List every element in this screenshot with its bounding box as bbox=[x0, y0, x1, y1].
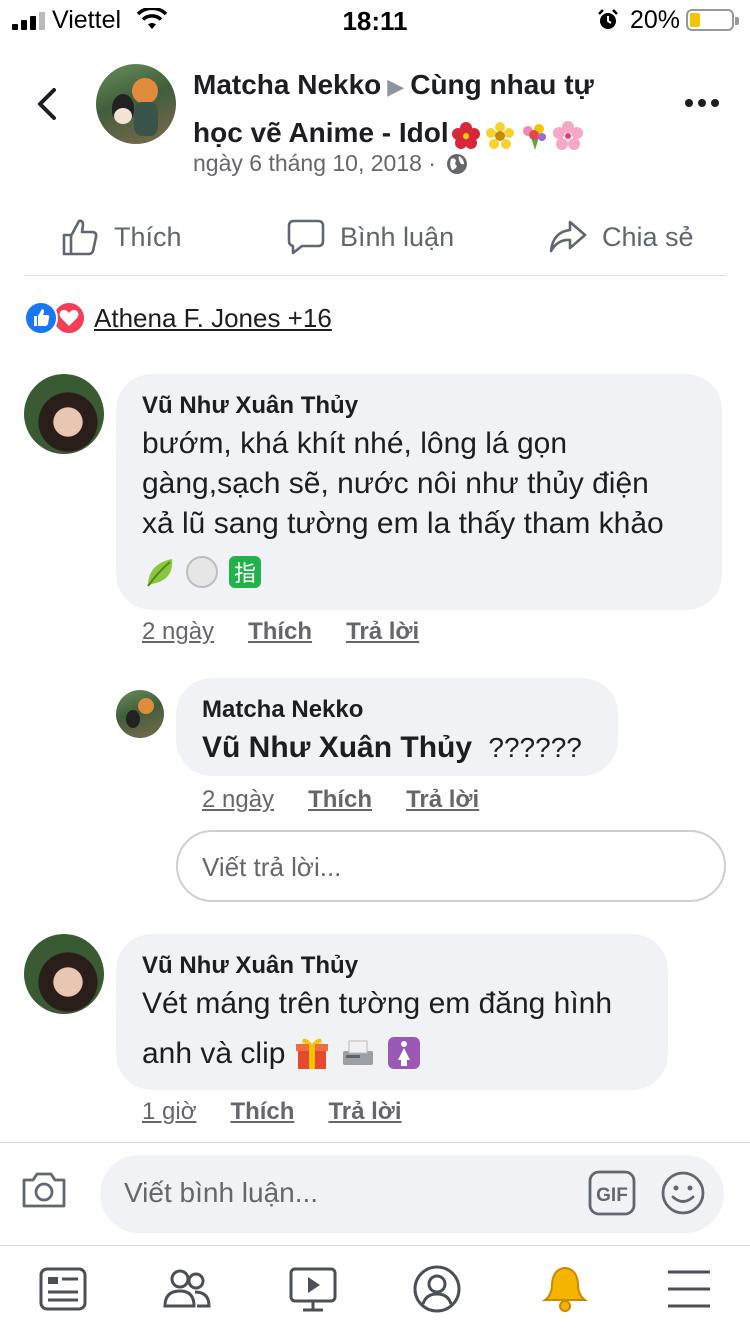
comment-meta: 2 ngày Thích Trả lời bbox=[142, 618, 453, 646]
reactions-summary[interactable]: Athena F. Jones +16 bbox=[24, 300, 332, 336]
post-date: ngày 6 tháng 10, 2018 · bbox=[193, 150, 436, 176]
white-circle-emoji-icon bbox=[186, 556, 219, 588]
comment-timestamp[interactable]: 2 ngày bbox=[142, 618, 214, 646]
commenter-name[interactable]: Vũ Như Xuân Thủy bbox=[142, 952, 358, 980]
comment-text-line: xả lũ sang tường em la thấy tham khảo bbox=[142, 507, 664, 540]
comment-text-line-2: anh và clip bbox=[142, 1034, 424, 1074]
gif-icon[interactable]: GIF bbox=[588, 1170, 636, 1216]
arrow-right-icon: ▶ bbox=[387, 74, 405, 99]
reply-author-name[interactable]: Matcha Nekko bbox=[202, 696, 363, 724]
camera-icon[interactable] bbox=[20, 1170, 68, 1210]
more-options-icon[interactable] bbox=[684, 98, 720, 108]
svg-text:GIF: GIF bbox=[596, 1185, 628, 1206]
fax-machine-emoji-icon bbox=[343, 1040, 374, 1065]
reply-text: Vũ Như Xuân Thủy ?????? bbox=[202, 728, 582, 768]
status-bar: Viettel 18:11 20% bbox=[0, 0, 750, 40]
comment-like-button[interactable]: Thích bbox=[230, 1098, 294, 1126]
svg-text:指: 指 bbox=[234, 562, 256, 587]
author-avatar[interactable] bbox=[96, 64, 176, 144]
commenter-name[interactable]: Vũ Như Xuân Thủy bbox=[142, 392, 358, 420]
like-button[interactable]: Thích bbox=[60, 214, 182, 260]
share-button-label: Chia sẻ bbox=[602, 221, 694, 252]
share-arrow-icon bbox=[549, 220, 587, 253]
comment-emojis: 指 bbox=[142, 554, 265, 590]
comment-reply-button[interactable]: Trả lời bbox=[346, 618, 419, 646]
thumbs-up-icon bbox=[62, 219, 98, 256]
reply-mention[interactable]: Vũ Như Xuân Thủy bbox=[202, 731, 472, 764]
comment-text-segment: anh và clip bbox=[142, 1037, 286, 1070]
divider bbox=[24, 275, 726, 276]
menu-icon[interactable] bbox=[664, 1264, 714, 1314]
profile-icon[interactable] bbox=[412, 1264, 462, 1314]
leaf-emoji-icon bbox=[147, 559, 173, 587]
watch-icon[interactable] bbox=[288, 1264, 338, 1314]
cherry-blossom-emoji-icon bbox=[552, 121, 583, 151]
commenter-avatar[interactable] bbox=[24, 934, 104, 1014]
comment-text-line: gàng,sạch sẽ, nước nôi như thủy điện bbox=[142, 467, 649, 500]
flower-emojis bbox=[451, 112, 587, 158]
commenter-avatar[interactable] bbox=[24, 374, 104, 454]
gift-emoji-icon bbox=[295, 1038, 328, 1069]
friends-icon[interactable] bbox=[162, 1264, 212, 1314]
divider bbox=[0, 1142, 750, 1143]
news-feed-icon[interactable] bbox=[38, 1264, 88, 1314]
reply-meta: 2 ngày Thích Trả lời bbox=[202, 786, 513, 814]
battery-percent: 20% bbox=[630, 6, 681, 34]
post-title: Matcha Nekko ▶ Cùng nhau tự học vẽ Anime -… bbox=[193, 62, 633, 158]
divider bbox=[0, 1245, 750, 1246]
globe-icon bbox=[447, 154, 468, 174]
comment-timestamp[interactable]: 1 giờ bbox=[142, 1098, 196, 1126]
comment-text-line: bướm, khá khít nhé, lông lá gọn bbox=[142, 427, 568, 460]
sunflower-emoji-icon bbox=[485, 122, 514, 150]
battery-icon bbox=[686, 9, 739, 31]
share-button[interactable]: Chia sẻ bbox=[548, 214, 694, 260]
like-reaction-icon bbox=[24, 301, 58, 335]
notifications-bell-icon[interactable] bbox=[540, 1264, 590, 1314]
comment-button-label: Bình luận bbox=[340, 221, 455, 252]
reply-like-button[interactable]: Thích bbox=[308, 786, 372, 814]
post-meta: ngày 6 tháng 10, 2018 · bbox=[193, 150, 468, 177]
reply-author-avatar[interactable] bbox=[116, 690, 164, 738]
bouquet-emoji-icon bbox=[522, 124, 546, 151]
womens-room-emoji-icon bbox=[388, 1037, 421, 1069]
back-chevron-icon[interactable] bbox=[32, 86, 64, 122]
reply-input[interactable]: Viết trả lời... bbox=[176, 830, 726, 902]
comment-button[interactable]: Bình luận bbox=[286, 214, 454, 260]
like-button-label: Thích bbox=[114, 221, 182, 252]
post-author-link[interactable]: Matcha Nekko bbox=[193, 69, 381, 100]
comment-meta: 1 giờ Thích Trả lời bbox=[142, 1098, 436, 1126]
reactor-names[interactable]: Athena F. Jones +16 bbox=[94, 303, 332, 334]
reply-body: ?????? bbox=[488, 732, 582, 763]
comment-like-button[interactable]: Thích bbox=[248, 618, 312, 646]
comment-reply-button[interactable]: Trả lời bbox=[328, 1098, 401, 1126]
reply-reply-button[interactable]: Trả lời bbox=[406, 786, 479, 814]
hibiscus-emoji-icon bbox=[451, 122, 480, 150]
finger-kanji-emoji-icon: 指 bbox=[228, 556, 261, 588]
comment-text-line: Vét máng trên tường em đăng hình bbox=[142, 987, 613, 1020]
alarm-icon bbox=[598, 9, 618, 29]
reply-timestamp[interactable]: 2 ngày bbox=[202, 786, 274, 814]
sticker-smile-icon[interactable] bbox=[660, 1170, 706, 1216]
comment-bubble-icon bbox=[287, 219, 325, 255]
